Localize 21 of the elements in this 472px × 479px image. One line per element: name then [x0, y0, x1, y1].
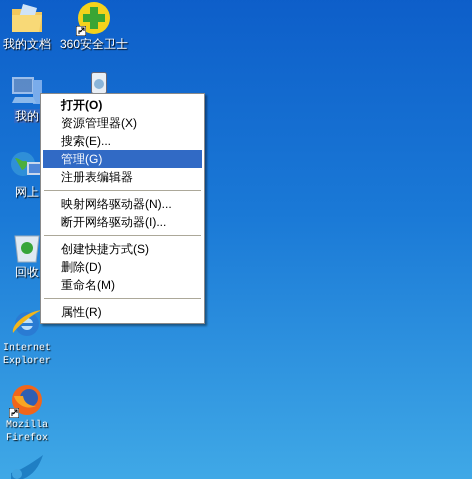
menu-item[interactable]: 映射网络驱动器(N)... — [43, 195, 202, 213]
menu-item[interactable]: 属性(R) — [43, 303, 202, 321]
shortcut-arrow-icon — [76, 26, 86, 36]
device-icon[interactable] — [91, 72, 107, 94]
menu-item[interactable]: 注册表编辑器 — [43, 168, 202, 186]
firefox-icon[interactable] — [9, 382, 45, 418]
menu-item[interactable]: 搜索(E)... — [43, 132, 202, 150]
menu-item[interactable]: 删除(D) — [43, 258, 202, 276]
menu-item[interactable]: 创建快捷方式(S) — [43, 240, 202, 258]
menu-item[interactable]: 重命名(M) — [43, 276, 202, 294]
menu-item[interactable]: 资源管理器(X) — [43, 114, 202, 132]
menu-item[interactable]: 管理(G) — [43, 150, 202, 168]
shortcut-arrow-icon — [9, 408, 19, 418]
icon-label[interactable]: 360安全卫士 — [58, 37, 130, 51]
icon-label[interactable]: 回收 — [14, 265, 40, 279]
menu-item[interactable]: 打开(O) — [43, 96, 202, 114]
plus-shield-icon[interactable] — [76, 0, 112, 36]
icon-label[interactable]: 我的文档 — [2, 37, 52, 51]
menu-item[interactable]: 断开网络驱动器(I)... — [43, 213, 202, 231]
icon-label[interactable]: 网上 — [14, 185, 40, 199]
icon-label[interactable]: 我的 — [14, 109, 40, 123]
